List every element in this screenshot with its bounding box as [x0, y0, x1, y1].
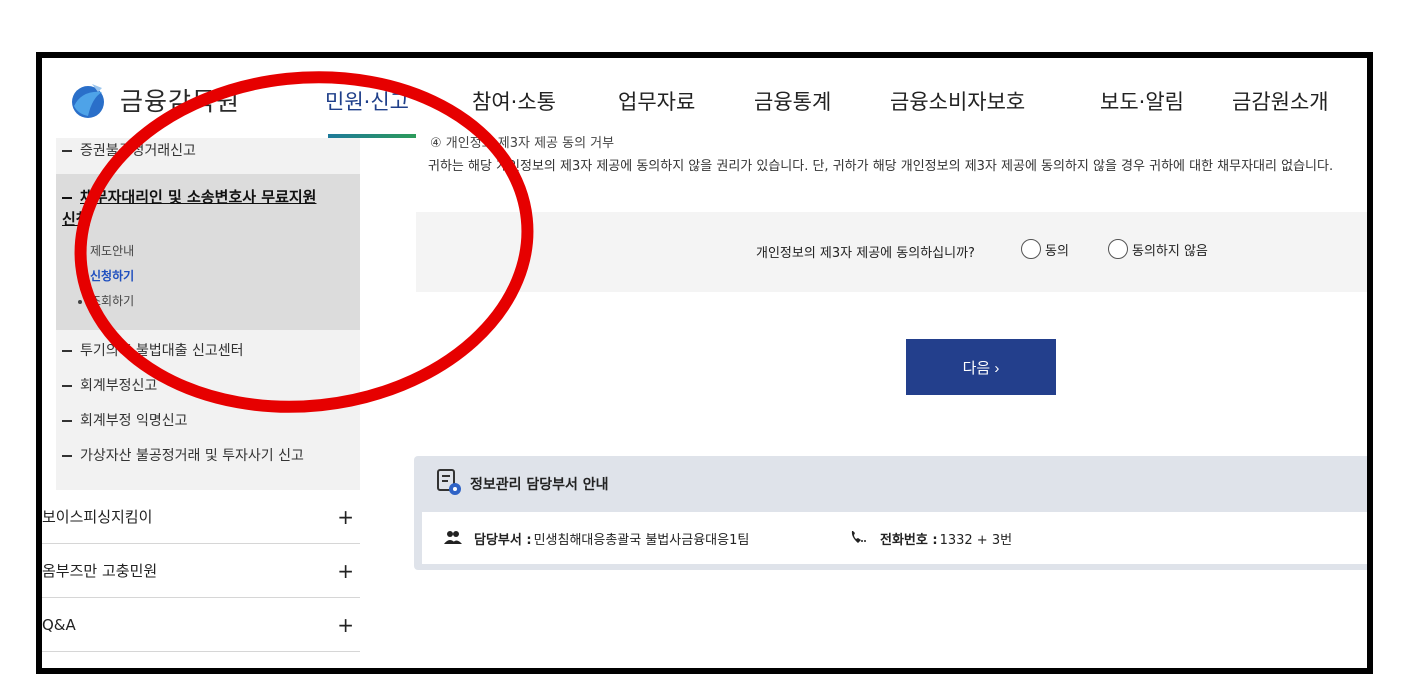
plus-icon: + — [337, 558, 354, 583]
logo-text: 금융감독원 — [120, 87, 241, 116]
nav-complaint-report[interactable]: 민원·신고 — [325, 86, 409, 116]
info-manager-box: 정보관리 담당부서 안내 담당부서 : 민생침해대응총괄국 불법사금융대응1팀 … — [414, 456, 1367, 570]
accordion-ombudsman[interactable]: 옴부즈만 고충민원 + — [42, 544, 360, 598]
sidebar-item-crypto-report[interactable]: 가상자산 불공정거래 및 투자사기 신고 — [62, 445, 304, 465]
fss-logo-icon — [68, 80, 108, 120]
nav-consumer-protection[interactable]: 금융소비자보호 — [890, 86, 1025, 116]
people-icon — [444, 530, 462, 548]
info-department: 담당부서 : 민생침해대응총괄국 불법사금융대응1팀 — [444, 529, 749, 548]
sidebar-item-anonymous-report[interactable]: 회계부정 익명신고 — [62, 410, 188, 430]
consent-question-box: 개인정보의 제3자 제공에 동의하십니까? 동의 동의하지 않음 — [416, 212, 1367, 292]
sidebar-item-illegal-loan[interactable]: 투기의혹 불법대출 신고센터 — [62, 340, 243, 360]
info-details: 담당부서 : 민생침해대응총괄국 불법사금융대응1팀 전화번호 : 1332 +… — [422, 512, 1367, 564]
consent-heading: ④ 개인정보 제3자 제공 동의 거부 — [430, 136, 615, 151]
plus-icon: + — [337, 612, 354, 637]
accordion-voice-phishing[interactable]: 보이스피싱지킴이 + — [42, 490, 360, 544]
info-phone: 전화번호 : 1332 + 3번 — [850, 529, 1012, 548]
phone-icon — [850, 530, 868, 548]
nav-financial-stats[interactable]: 금융통계 — [754, 86, 831, 116]
accordion-qna[interactable]: Q&A + — [42, 598, 360, 652]
sidebar-sub-inquiry[interactable]: 조회하기 — [78, 292, 134, 309]
nav-about[interactable]: 금감원소개 — [1232, 86, 1329, 116]
next-button[interactable]: 다음 › — [906, 339, 1056, 395]
radio-disagree[interactable]: 동의하지 않음 — [1108, 239, 1208, 259]
info-title: 정보관리 담당부서 안내 — [470, 477, 609, 493]
screenshot-frame: 금융감독원 민원·신고 참여·소통 업무자료 금융통계 금융소비자보호 보도·알… — [36, 52, 1373, 674]
nav-participation[interactable]: 참여·소통 — [472, 86, 556, 116]
site-header: 금융감독원 민원·신고 참여·소통 업무자료 금융통계 금융소비자보호 보도·알… — [42, 58, 1367, 138]
nav-news[interactable]: 보도·알림 — [1100, 86, 1184, 116]
document-settings-icon — [436, 468, 462, 496]
sidebar-sub-apply[interactable]: 신청하기 — [78, 267, 134, 284]
plus-icon: + — [337, 504, 354, 529]
main-content: ④ 개인정보 제3자 제공 동의 거부 귀하는 해당 개인정보의 제3자 제공에… — [414, 136, 1367, 668]
sidebar-item-debtor-agent[interactable]: 채무자대리인 및 소송변호사 무료지원 신청 — [62, 186, 322, 230]
radio-circle-icon[interactable] — [1108, 239, 1128, 259]
consent-notice: 귀하는 해당 개인정보의 제3자 제공에 동의하지 않을 권리가 있습니다. 단… — [428, 159, 1334, 174]
sidebar-item-securities-report[interactable]: 증권불공정거래신고 — [62, 140, 196, 160]
radio-circle-icon[interactable] — [1021, 239, 1041, 259]
sidebar: 증권불공정거래신고 채무자대리인 및 소송변호사 무료지원 신청 제도안내 신청… — [42, 138, 360, 668]
sidebar-sub-guide[interactable]: 제도안내 — [78, 242, 134, 259]
radio-agree[interactable]: 동의 — [1021, 239, 1069, 259]
consent-question: 개인정보의 제3자 제공에 동의하십니까? — [756, 246, 975, 261]
site-logo[interactable]: 금융감독원 — [68, 80, 240, 120]
nav-business-data[interactable]: 업무자료 — [618, 86, 695, 116]
sidebar-item-accounting-fraud[interactable]: 회계부정신고 — [62, 375, 157, 395]
